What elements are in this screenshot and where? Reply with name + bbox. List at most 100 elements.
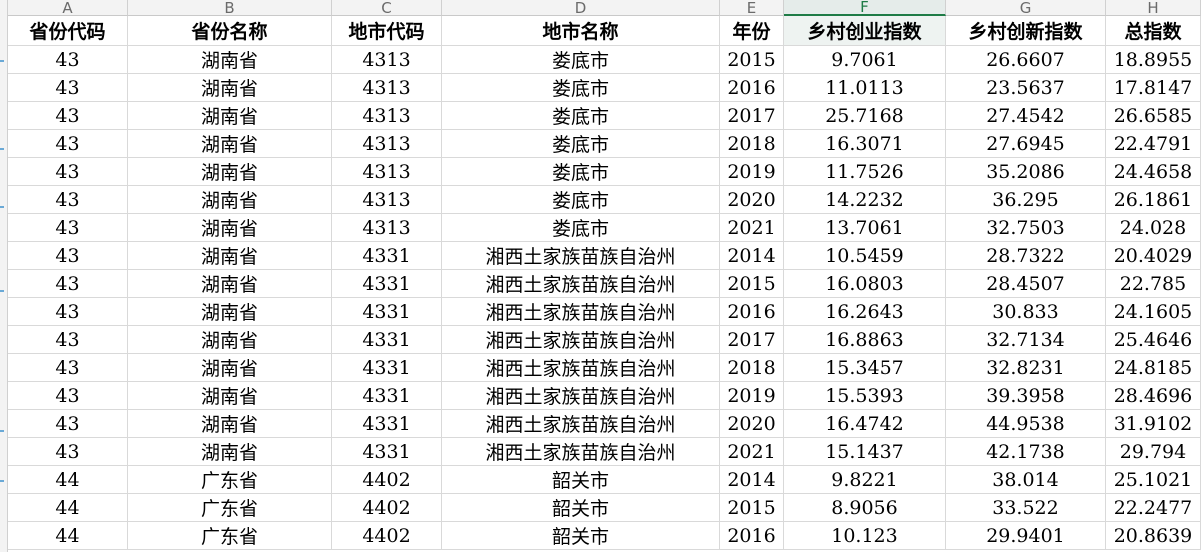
data-cell-h[interactable]: 24.8185 xyxy=(1106,354,1201,382)
column-header-h[interactable]: H xyxy=(1106,0,1201,16)
data-cell-a[interactable]: 44 xyxy=(8,494,128,522)
header-cell-d[interactable]: 地市名称 xyxy=(442,16,720,46)
data-cell-d[interactable]: 娄底市 xyxy=(442,186,720,214)
data-cell-a[interactable]: 43 xyxy=(8,158,128,186)
data-cell-a[interactable]: 43 xyxy=(8,102,128,130)
data-cell-f[interactable]: 25.7168 xyxy=(784,102,946,130)
data-cell-e[interactable]: 2018 xyxy=(720,130,784,158)
data-cell-c[interactable]: 4331 xyxy=(332,382,442,410)
data-cell-f[interactable]: 16.3071 xyxy=(784,130,946,158)
data-cell-h[interactable]: 22.785 xyxy=(1106,270,1201,298)
data-cell-f[interactable]: 16.2643 xyxy=(784,298,946,326)
data-cell-c[interactable]: 4313 xyxy=(332,214,442,242)
data-cell-b[interactable]: 湖南省 xyxy=(128,326,332,354)
data-cell-h[interactable]: 18.8955 xyxy=(1106,46,1201,74)
data-cell-a[interactable]: 43 xyxy=(8,410,128,438)
data-cell-h[interactable]: 24.4658 xyxy=(1106,158,1201,186)
data-cell-b[interactable]: 湖南省 xyxy=(128,214,332,242)
header-cell-h[interactable]: 总指数 xyxy=(1106,16,1201,46)
data-cell-d[interactable]: 韶关市 xyxy=(442,466,720,494)
column-header-a[interactable]: A xyxy=(8,0,128,16)
header-cell-a[interactable]: 省份代码 xyxy=(8,16,128,46)
data-cell-a[interactable]: 43 xyxy=(8,298,128,326)
data-cell-e[interactable]: 2015 xyxy=(720,494,784,522)
data-cell-h[interactable]: 20.8639 xyxy=(1106,522,1201,550)
data-cell-h[interactable]: 24.028 xyxy=(1106,214,1201,242)
data-cell-g[interactable]: 44.9538 xyxy=(946,410,1106,438)
data-cell-a[interactable]: 43 xyxy=(8,270,128,298)
data-cell-g[interactable]: 28.7322 xyxy=(946,242,1106,270)
data-cell-e[interactable]: 2017 xyxy=(720,326,784,354)
data-cell-g[interactable]: 30.833 xyxy=(946,298,1106,326)
data-cell-g[interactable]: 35.2086 xyxy=(946,158,1106,186)
data-cell-b[interactable]: 湖南省 xyxy=(128,46,332,74)
data-cell-e[interactable]: 2018 xyxy=(720,354,784,382)
data-cell-a[interactable]: 43 xyxy=(8,130,128,158)
data-cell-d[interactable]: 湘西土家族苗族自治州 xyxy=(442,326,720,354)
data-cell-g[interactable]: 28.4507 xyxy=(946,270,1106,298)
header-cell-c[interactable]: 地市代码 xyxy=(332,16,442,46)
data-cell-a[interactable]: 43 xyxy=(8,186,128,214)
data-cell-e[interactable]: 2019 xyxy=(720,382,784,410)
data-cell-h[interactable]: 17.8147 xyxy=(1106,74,1201,102)
data-cell-g[interactable]: 32.8231 xyxy=(946,354,1106,382)
data-cell-f[interactable]: 15.5393 xyxy=(784,382,946,410)
data-cell-h[interactable]: 20.4029 xyxy=(1106,242,1201,270)
column-header-c[interactable]: C xyxy=(332,0,442,16)
data-cell-b[interactable]: 广东省 xyxy=(128,494,332,522)
data-cell-d[interactable]: 韶关市 xyxy=(442,494,720,522)
column-header-f[interactable]: F xyxy=(784,0,946,16)
data-cell-h[interactable]: 24.1605 xyxy=(1106,298,1201,326)
data-cell-e[interactable]: 2016 xyxy=(720,298,784,326)
data-cell-f[interactable]: 10.5459 xyxy=(784,242,946,270)
data-cell-h[interactable]: 25.1021 xyxy=(1106,466,1201,494)
data-cell-d[interactable]: 娄底市 xyxy=(442,74,720,102)
data-cell-g[interactable]: 32.7503 xyxy=(946,214,1106,242)
data-cell-f[interactable]: 11.0113 xyxy=(784,74,946,102)
data-cell-f[interactable]: 10.123 xyxy=(784,522,946,550)
data-cell-d[interactable]: 湘西土家族苗族自治州 xyxy=(442,438,720,466)
data-cell-c[interactable]: 4313 xyxy=(332,74,442,102)
data-cell-f[interactable]: 8.9056 xyxy=(784,494,946,522)
data-cell-d[interactable]: 娄底市 xyxy=(442,102,720,130)
data-cell-a[interactable]: 43 xyxy=(8,326,128,354)
data-cell-g[interactable]: 29.9401 xyxy=(946,522,1106,550)
data-cell-e[interactable]: 2016 xyxy=(720,522,784,550)
data-cell-c[interactable]: 4313 xyxy=(332,46,442,74)
data-cell-e[interactable]: 2020 xyxy=(720,186,784,214)
data-cell-c[interactable]: 4402 xyxy=(332,522,442,550)
data-cell-h[interactable]: 22.2477 xyxy=(1106,494,1201,522)
data-cell-b[interactable]: 湖南省 xyxy=(128,130,332,158)
data-cell-c[interactable]: 4331 xyxy=(332,242,442,270)
data-cell-e[interactable]: 2020 xyxy=(720,410,784,438)
data-cell-g[interactable]: 27.6945 xyxy=(946,130,1106,158)
column-header-e[interactable]: E xyxy=(720,0,784,16)
data-cell-a[interactable]: 43 xyxy=(8,438,128,466)
data-cell-d[interactable]: 湘西土家族苗族自治州 xyxy=(442,382,720,410)
data-cell-c[interactable]: 4331 xyxy=(332,354,442,382)
data-cell-c[interactable]: 4331 xyxy=(332,270,442,298)
data-cell-b[interactable]: 湖南省 xyxy=(128,298,332,326)
data-cell-a[interactable]: 43 xyxy=(8,74,128,102)
data-cell-b[interactable]: 湖南省 xyxy=(128,186,332,214)
data-cell-h[interactable]: 22.4791 xyxy=(1106,130,1201,158)
data-cell-d[interactable]: 湘西土家族苗族自治州 xyxy=(442,410,720,438)
data-cell-c[interactable]: 4331 xyxy=(332,298,442,326)
column-header-g[interactable]: G xyxy=(946,0,1106,16)
data-cell-g[interactable]: 38.014 xyxy=(946,466,1106,494)
data-cell-b[interactable]: 湖南省 xyxy=(128,382,332,410)
data-cell-b[interactable]: 广东省 xyxy=(128,466,332,494)
data-cell-f[interactable]: 9.8221 xyxy=(784,466,946,494)
data-cell-b[interactable]: 广东省 xyxy=(128,522,332,550)
data-cell-c[interactable]: 4313 xyxy=(332,158,442,186)
data-cell-g[interactable]: 36.295 xyxy=(946,186,1106,214)
data-cell-g[interactable]: 23.5637 xyxy=(946,74,1106,102)
data-cell-b[interactable]: 湖南省 xyxy=(128,242,332,270)
data-cell-c[interactable]: 4402 xyxy=(332,494,442,522)
data-cell-b[interactable]: 湖南省 xyxy=(128,270,332,298)
data-cell-c[interactable]: 4313 xyxy=(332,186,442,214)
data-cell-b[interactable]: 湖南省 xyxy=(128,158,332,186)
data-cell-c[interactable]: 4313 xyxy=(332,130,442,158)
data-cell-e[interactable]: 2017 xyxy=(720,102,784,130)
data-cell-a[interactable]: 44 xyxy=(8,466,128,494)
